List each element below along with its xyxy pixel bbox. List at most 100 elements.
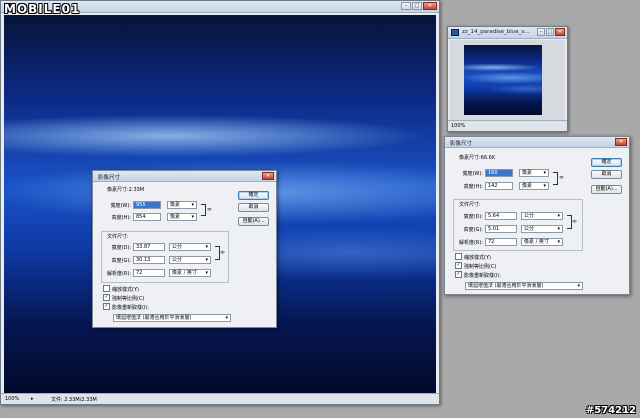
chevron-down-icon: ▾	[225, 315, 228, 321]
chevron-down-icon: ▾	[191, 202, 194, 208]
doc-width-label: 寬度(D):	[463, 214, 483, 220]
zoom-level[interactable]: 100%	[451, 123, 465, 129]
small-window-title: zz_14_paradise_blue_s...	[462, 29, 530, 35]
ok-button[interactable]: 確定	[591, 158, 622, 167]
checkmark-icon: ✓	[103, 303, 110, 310]
doc-height-label: 高度(G):	[463, 227, 483, 233]
pixel-dimensions-label: 像素尺寸:66.6K	[459, 155, 496, 161]
doc-height-unit-dropdown[interactable]: 公分 ▾	[169, 256, 211, 264]
width-label: 寬度(W):	[462, 171, 483, 177]
resample-image-checkbox[interactable]: ✓ 影像重新取樣(I):	[103, 303, 149, 311]
pixel-link-bracket	[553, 172, 558, 185]
checkmark-icon: ✓	[455, 271, 462, 278]
height-label: 高度(H):	[111, 215, 131, 221]
resolution-unit-dropdown[interactable]: 像素 / 英寸 ▾	[521, 238, 563, 246]
minimize-icon[interactable]: –	[537, 28, 545, 36]
pixel-width-unit-dropdown[interactable]: 像素 ▾	[519, 169, 549, 177]
doc-width-unit-dropdown[interactable]: 公分 ▾	[169, 243, 211, 251]
chevron-down-icon: ▾	[557, 213, 560, 219]
zoom-level[interactable]: 100%	[5, 396, 19, 402]
unit-text: 像素	[522, 183, 533, 189]
chain-link-icon: ∞	[559, 174, 564, 181]
pixel-width-input[interactable]: 160	[485, 169, 513, 177]
resolution-input[interactable]: 72	[133, 269, 165, 277]
pixel-height-input[interactable]: 142	[485, 182, 513, 190]
unit-text: 公分	[524, 226, 535, 232]
small-image-canvas[interactable]	[464, 45, 542, 115]
pixel-width-input[interactable]: 955	[133, 201, 161, 209]
pixel-height-input[interactable]: 854	[133, 213, 161, 221]
close-icon[interactable]: ✕	[555, 28, 565, 36]
document-size-label: 文件尺寸:	[459, 202, 481, 208]
checkmark-icon: ✓	[455, 262, 462, 269]
unit-text: 公分	[172, 257, 183, 263]
photoshop-app-icon	[451, 29, 459, 36]
resample-method-dropdown[interactable]: 環迴增值法 (最適合用於平滑漸層) ▾	[465, 282, 583, 290]
pixel-height-unit-dropdown[interactable]: 像素 ▾	[519, 182, 549, 190]
doc-width-unit-dropdown[interactable]: 公分 ▾	[521, 212, 563, 220]
pixel-height-unit-dropdown[interactable]: 像素 ▾	[167, 213, 197, 221]
resolution-unit-dropdown[interactable]: 像素 / 英寸 ▾	[169, 269, 211, 277]
unit-text: 像素 / 英寸	[172, 270, 197, 276]
close-icon[interactable]: ✕	[615, 138, 627, 146]
small-window-titlebar[interactable]: zz_14_paradise_blue_s... – □ ✕	[448, 27, 567, 39]
main-status-bar: 100% ▸ 文件: 2.33M/2.33M	[1, 393, 439, 404]
image-size-dialog-small: 影像尺寸 ✕ 像素尺寸:66.6K 寬度(W): 160 像素 ▾ 高度(H): …	[444, 136, 630, 295]
cancel-button[interactable]: 取消	[238, 203, 269, 212]
doc-height-input[interactable]: 30.13	[133, 256, 165, 264]
chevron-down-icon: ▾	[191, 214, 194, 220]
width-label: 寬度(W):	[110, 203, 131, 209]
doc-width-input[interactable]: 33.87	[133, 243, 165, 251]
close-icon[interactable]: ✕	[262, 172, 274, 180]
resample-image-checkbox[interactable]: ✓ 影像重新取樣(I):	[455, 271, 501, 279]
chevron-down-icon: ▾	[557, 239, 560, 245]
constrain-proportions-checkbox[interactable]: ✓ 強制等比例(C)	[455, 262, 496, 270]
image-size-dialog-main: 影像尺寸 ✕ 像素尺寸:2.33M 寬度(W): 955 像素 ▾ 高度(H): …	[92, 170, 277, 328]
close-icon[interactable]: ✕	[423, 2, 437, 10]
minimize-icon[interactable]: –	[401, 2, 411, 10]
unit-text: 像素	[170, 202, 181, 208]
ok-button[interactable]: 確定	[238, 191, 269, 200]
small-document-window: zz_14_paradise_blue_s... – □ ✕ 100%	[447, 26, 568, 132]
doc-height-input[interactable]: 5.01	[485, 225, 517, 233]
chevron-down-icon: ▾	[577, 283, 580, 289]
auto-button[interactable]: 自動(A)...	[238, 217, 269, 226]
resolution-label: 解析度(R):	[106, 271, 131, 277]
unit-text: 像素 / 英寸	[524, 239, 549, 245]
dialog-title: 影像尺寸	[98, 175, 121, 181]
constrain-proportions-checkbox[interactable]: ✓ 強制等比例(C)	[103, 294, 144, 302]
mobile01-logo: MOBILE01	[4, 2, 81, 16]
checkbox-box	[103, 285, 110, 292]
scale-styles-checkbox[interactable]: 縮放樣式(Y)	[455, 253, 491, 261]
checkbox-box	[455, 253, 462, 260]
doc-width-label: 寬度(D):	[111, 245, 131, 251]
resolution-label: 解析度(R):	[458, 240, 483, 246]
doc-height-label: 高度(G):	[111, 258, 131, 264]
method-text: 環迴增值法 (最適合用於平滑漸層)	[116, 315, 192, 321]
unit-text: 像素	[170, 214, 181, 220]
chevron-down-icon: ▾	[557, 226, 560, 232]
maximize-icon[interactable]: □	[412, 2, 422, 10]
maximize-icon[interactable]: □	[546, 28, 554, 36]
status-arrow-icon[interactable]: ▸	[31, 396, 34, 402]
chevron-down-icon: ▾	[205, 270, 208, 276]
scale-styles-checkbox[interactable]: 縮放樣式(Y)	[103, 285, 139, 293]
chevron-down-icon: ▾	[543, 183, 546, 189]
chain-link-icon: ∞	[220, 249, 225, 256]
checkmark-icon: ✓	[103, 294, 110, 301]
auto-button[interactable]: 自動(A)...	[591, 185, 622, 194]
dialog-titlebar[interactable]: 影像尺寸 ✕	[93, 171, 276, 182]
unit-text: 像素	[522, 170, 533, 176]
doc-height-unit-dropdown[interactable]: 公分 ▾	[521, 225, 563, 233]
cancel-button[interactable]: 取消	[591, 170, 622, 179]
chain-link-icon: ∞	[572, 218, 577, 225]
doc-width-input[interactable]: 5.64	[485, 212, 517, 220]
dialog-titlebar[interactable]: 影像尺寸 ✕	[445, 137, 629, 148]
resolution-input[interactable]: 72	[485, 238, 517, 246]
dialog-title: 影像尺寸	[450, 141, 473, 147]
pixel-link-bracket	[201, 204, 206, 216]
small-status-bar: 100%	[448, 120, 567, 131]
pixel-width-unit-dropdown[interactable]: 像素 ▾	[167, 201, 197, 209]
chevron-down-icon: ▾	[205, 257, 208, 263]
resample-method-dropdown[interactable]: 環迴增值法 (最適合用於平滑漸層) ▾	[113, 314, 231, 322]
